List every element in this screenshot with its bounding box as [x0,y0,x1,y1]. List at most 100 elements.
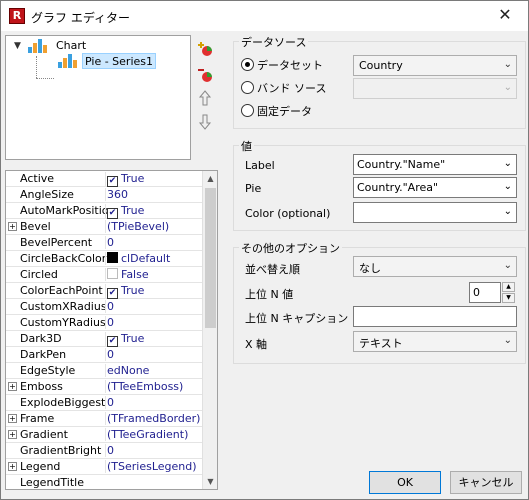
sort-order-select[interactable]: なし ⌄ [353,256,517,277]
property-row[interactable]: ColorEachPoint ✔ True [6,283,204,299]
radio-dataset[interactable] [241,58,254,71]
property-value-text: True [121,284,145,297]
property-value[interactable]: clDefault [105,252,203,265]
property-value-text: True [121,204,145,217]
property-row[interactable]: + Frame (TFramedBorder) [6,411,204,427]
tree-item-chart[interactable]: Chart [56,38,86,54]
scroll-up-icon[interactable]: ▲ [203,171,217,186]
radio-dataset-label[interactable]: データセット [257,57,323,73]
property-value[interactable]: 0 [105,236,203,249]
property-row[interactable]: ExplodeBiggest 0 [6,395,204,411]
property-row[interactable]: + Legend (TSeriesLegend) [6,459,204,475]
chevron-down-icon[interactable]: ▼ [14,41,24,51]
checkbox-icon[interactable]: ✔ [107,176,118,187]
property-name: EdgeStyle [20,364,76,377]
property-row[interactable]: DarkPen 0 [6,347,204,363]
property-value[interactable]: (TTeeEmboss) [105,380,203,393]
sort-order-value: なし [359,262,381,275]
property-value[interactable]: (TPieBevel) [105,220,203,233]
property-row[interactable]: + Emboss (TTeeEmboss) [6,379,204,395]
property-value[interactable]: False [105,268,203,281]
ok-button[interactable]: OK [369,471,441,494]
property-value[interactable]: 0 [105,396,203,409]
chevron-down-icon[interactable]: ⌄ [504,206,512,217]
property-value[interactable]: 0 [105,300,203,313]
color-swatch [107,252,118,263]
dataset-select[interactable]: Country ⌄ [353,55,517,76]
checkbox-icon[interactable]: ✔ [107,288,118,299]
property-row[interactable]: + Bevel (TPieBevel) [6,219,204,235]
move-down-icon[interactable] [195,113,215,135]
property-value-text: (TTeeEmboss) [107,380,184,393]
scroll-thumb[interactable] [205,188,216,328]
property-value[interactable]: ✔ True [105,332,203,347]
checkbox-icon[interactable]: ✔ [107,208,118,219]
property-row[interactable]: BevelPercent 0 [6,235,204,251]
color-field-label: Color (optional) [245,207,331,220]
property-value[interactable]: (TSeriesLegend) [105,460,203,473]
property-value[interactable]: (TFramedBorder) [105,412,203,425]
property-name: CircleBackColor [20,252,107,265]
property-value[interactable]: 0 [105,316,203,329]
expand-icon[interactable]: + [8,222,17,231]
property-value-text: 0 [107,444,114,457]
property-row[interactable]: CustomXRadius 0 [6,299,204,315]
x-axis-select[interactable]: テキスト ⌄ [353,331,517,352]
radio-fixed-data[interactable] [241,104,254,117]
label-field[interactable]: Country."Name" ⌄ [353,154,517,175]
checkbox-icon[interactable]: ✔ [107,336,118,347]
add-series-icon[interactable] [195,39,215,61]
property-value[interactable]: 0 [105,444,203,457]
series-tree[interactable]: ▼ Chart Pie - Series1 [5,35,191,160]
expand-icon[interactable]: + [8,414,17,423]
checkbox-icon[interactable] [107,268,118,279]
pie-field[interactable]: Country."Area" ⌄ [353,177,517,198]
property-row[interactable]: CircleBackColor clDefault [6,251,204,267]
top-n-input[interactable]: 0 [469,282,501,303]
stepper-up-icon[interactable]: ▲ [502,282,515,292]
radio-band-source-label[interactable]: バンド ソース [257,80,327,96]
property-row[interactable]: EdgeStyle edNone [6,363,204,379]
property-value[interactable]: 0 [105,348,203,361]
property-value[interactable]: edNone [105,364,203,377]
expand-icon[interactable]: + [8,382,17,391]
radio-fixed-data-label[interactable]: 固定データ [257,103,312,119]
expand-icon[interactable]: + [8,430,17,439]
property-value[interactable]: ✔ True [105,204,203,219]
close-button[interactable]: ✕ [482,1,528,31]
expand-icon[interactable]: + [8,462,17,471]
property-value[interactable]: ✔ True [105,284,203,299]
property-row[interactable]: CustomYRadius 0 [6,315,204,331]
move-up-icon[interactable] [195,89,215,111]
tree-item-pie-series[interactable]: Pie - Series1 [82,53,157,69]
property-value-text: 0 [107,236,114,249]
property-row[interactable]: Dark3D ✔ True [6,331,204,347]
property-row[interactable]: Circled False [6,267,204,283]
property-value[interactable]: 360 [105,188,203,201]
property-row[interactable]: GradientBright 0 [6,443,204,459]
property-name: Circled [20,268,58,281]
top-n-stepper[interactable]: ▲ ▼ [502,282,515,303]
color-field[interactable]: ⌄ [353,202,517,223]
property-grid[interactable]: Active ✔ True AngleSize 360 AutoMarkPosition ✔… [5,170,218,490]
property-row[interactable]: AutoMarkPosition ✔ True [6,203,204,219]
cancel-button[interactable]: キャンセル [450,471,522,494]
scroll-down-icon[interactable]: ▼ [203,474,217,489]
property-row[interactable]: Active ✔ True [6,171,204,187]
band-source-select[interactable]: ⌄ [353,78,517,99]
top-n-caption-field[interactable] [353,306,517,327]
chevron-down-icon[interactable]: ⌄ [504,158,512,169]
stepper-down-icon[interactable]: ▼ [502,293,515,303]
top-n-caption-label: 上位 N キャプション [245,312,349,325]
top-n-label: 上位 N 値 [245,288,294,301]
property-scrollbar[interactable]: ▲ ▼ [202,171,217,489]
property-value[interactable]: (TTeeGradient) [105,428,203,441]
property-value[interactable]: ✔ True [105,172,203,187]
remove-series-icon[interactable] [195,65,215,87]
property-row[interactable]: + Gradient (TTeeGradient) [6,427,204,443]
pie-field-label: Pie [245,182,262,195]
radio-band-source[interactable] [241,81,254,94]
chevron-down-icon[interactable]: ⌄ [504,181,512,192]
property-row[interactable]: LegendTitle [6,475,204,489]
property-row[interactable]: AngleSize 360 [6,187,204,203]
